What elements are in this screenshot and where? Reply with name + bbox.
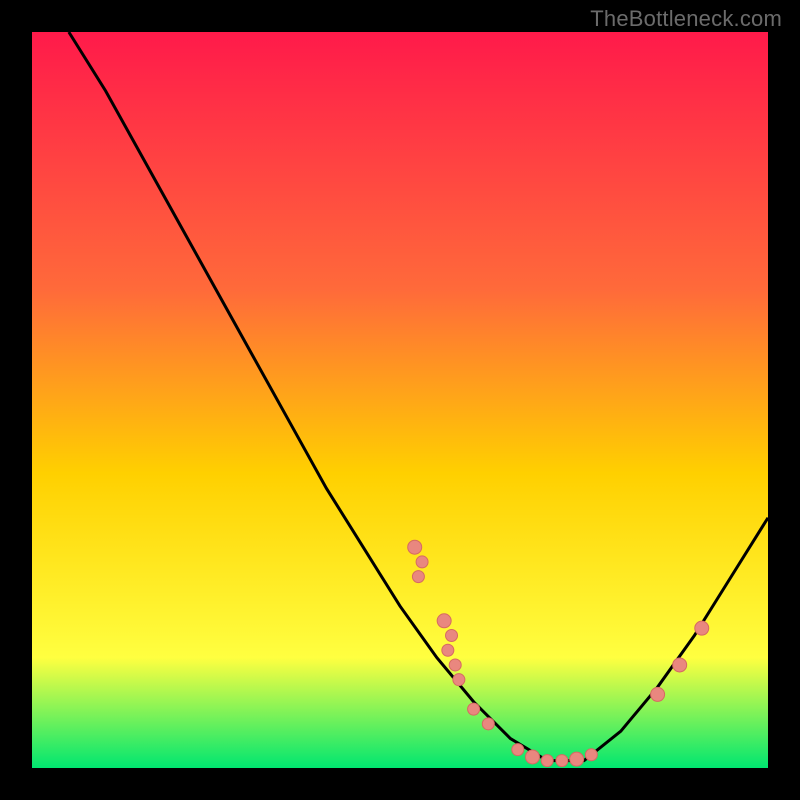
data-marker [512, 744, 524, 756]
data-marker [482, 718, 494, 730]
data-marker [449, 659, 461, 671]
data-marker [695, 621, 709, 635]
data-marker [570, 752, 584, 766]
data-marker [556, 755, 568, 767]
data-marker [651, 687, 665, 701]
data-marker [412, 571, 424, 583]
data-marker [437, 614, 451, 628]
data-marker [453, 674, 465, 686]
data-marker [408, 540, 422, 554]
chart-container: TheBottleneck.com [0, 0, 800, 800]
outer-frame-left [0, 0, 32, 800]
watermark-label: TheBottleneck.com [590, 6, 782, 32]
data-marker [525, 750, 539, 764]
data-marker [442, 644, 454, 656]
plot-background [32, 32, 768, 768]
outer-frame-right [768, 0, 800, 800]
data-marker [446, 630, 458, 642]
data-marker [541, 755, 553, 767]
data-marker [416, 556, 428, 568]
data-marker [673, 658, 687, 672]
bottleneck-curve-chart [0, 0, 800, 800]
data-marker [468, 703, 480, 715]
data-marker [585, 749, 597, 761]
outer-frame-bottom [0, 768, 800, 800]
